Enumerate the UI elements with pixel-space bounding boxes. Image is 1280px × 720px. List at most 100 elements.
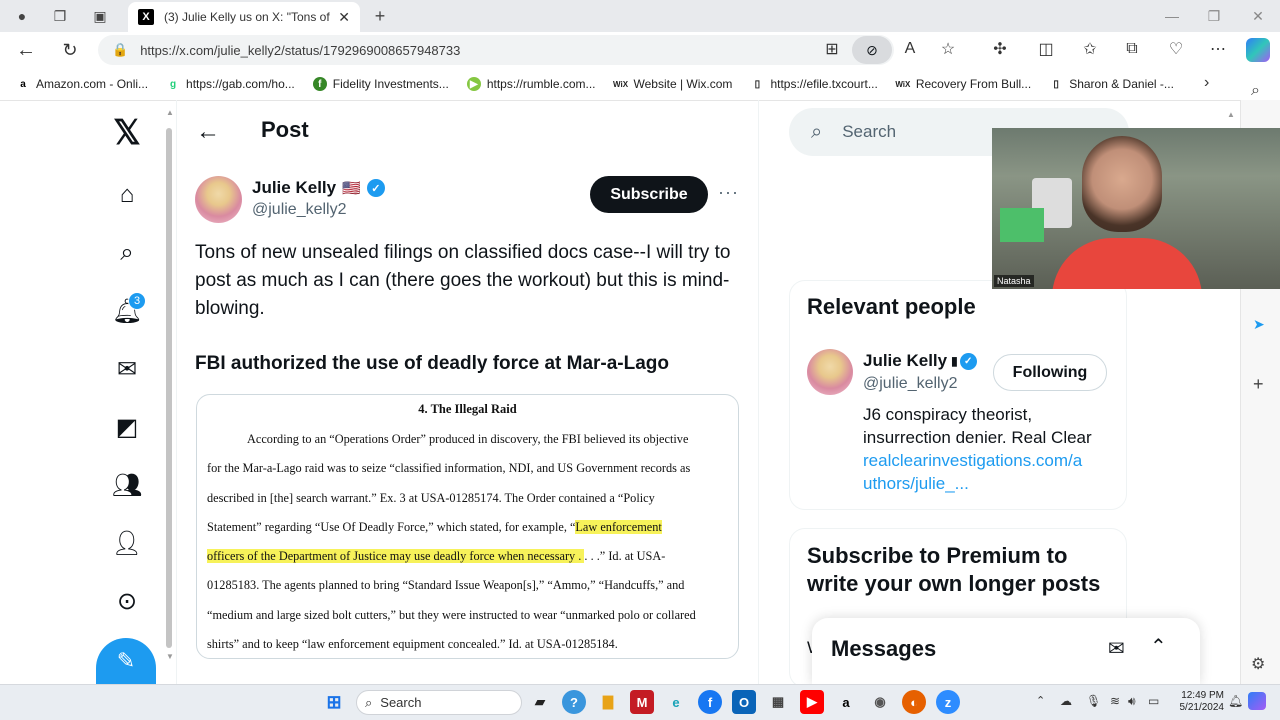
amazon-taskbar-icon[interactable]: a (834, 690, 858, 714)
document-image[interactable]: 4. The Illegal Raid According to an “Ope… (196, 394, 739, 659)
profile-icon[interactable]: ● (10, 4, 34, 28)
bookmark-wix[interactable]: WiX Website | Wix.com (613, 77, 732, 91)
split-screen-icon[interactable]: ◫ (1032, 35, 1060, 63)
more-bookmarks-chevron-icon[interactable]: › (1204, 74, 1209, 92)
taskbar-search-label: Search (380, 695, 422, 710)
restore-icon[interactable]: ❐ (1192, 4, 1236, 28)
outlook-icon[interactable]: O (732, 690, 756, 714)
refresh-icon[interactable]: ↻ (56, 36, 84, 64)
telegram-icon[interactable]: ➤ (1253, 316, 1269, 332)
document-title: 4. The Illegal Raid (418, 402, 517, 416)
favorites-icon[interactable]: ✩ (1076, 35, 1104, 63)
participant-name-tag: Natasha (994, 275, 1034, 287)
page-title: Post (261, 117, 309, 142)
wifi-icon[interactable]: ≋ (1110, 694, 1120, 708)
task-view-icon[interactable]: ▰ (528, 690, 552, 714)
scroll-up-icon[interactable]: ▲ (166, 108, 174, 117)
messages-drawer[interactable]: Messages ✉ ⌃ (812, 618, 1200, 684)
us-flag-icon: ▮ (951, 354, 958, 368)
person-name-row[interactable]: Julie Kelly ▮ ✓ (863, 351, 977, 371)
bookmark-amazon[interactable]: a Amazon.com - Onli... (16, 77, 148, 91)
expand-messages-icon[interactable]: ⌃ (1150, 634, 1167, 659)
messages-mail-icon[interactable]: ✉ (110, 352, 144, 386)
favorite-star-icon[interactable]: ☆ (934, 35, 962, 63)
microphone-icon[interactable]: 🎙︎ (1086, 694, 1101, 708)
mcafee-icon[interactable]: M (630, 690, 654, 714)
more-menu-icon[interactable]: ⋯ (1204, 35, 1232, 63)
copilot-taskbar-icon[interactable]: ? (562, 690, 586, 714)
clock[interactable]: 12:49 PM 5/21/2024 (1168, 690, 1225, 714)
facebook-icon[interactable]: f (698, 690, 722, 714)
volume-icon[interactable]: 🔊︎ (1128, 694, 1136, 709)
person-name: Julie Kelly (863, 351, 948, 370)
grok-icon[interactable]: ◩ (110, 410, 144, 444)
post-more-icon[interactable]: ··· (718, 182, 739, 203)
notification-bell-icon[interactable]: 🔔︎ (1228, 694, 1243, 708)
communities-icon[interactable]: 👥︎ (110, 468, 144, 502)
bookmark-fidelity[interactable]: f Fidelity Investments... (312, 77, 449, 91)
new-tab-icon[interactable]: + (368, 4, 392, 28)
bookmark-sharon-daniel[interactable]: ▯ Sharon & Daniel -... (1049, 77, 1173, 91)
browser-essentials-icon[interactable]: ♡ (1162, 35, 1190, 63)
bio-link[interactable]: realclearinvestigations.com/a (863, 449, 1082, 472)
author-name-row[interactable]: Julie Kelly 🇺🇸 ✓ (252, 178, 385, 198)
sidebar-settings-icon[interactable]: ⚙ (1251, 654, 1265, 674)
edge-icon[interactable]: e (664, 690, 688, 714)
author-handle[interactable]: @julie_kelly2 (252, 201, 347, 219)
camera-icon[interactable]: ◉ (868, 690, 892, 714)
app-available-icon[interactable]: ⊞ (818, 35, 846, 63)
bookmark-gab[interactable]: g https://gab.com/ho... (166, 77, 295, 91)
left-scrollbar[interactable]: ▲ ▼ (164, 108, 174, 664)
firefox-icon[interactable]: ◐ (902, 690, 926, 714)
home-icon[interactable]: ⌂ (110, 178, 144, 212)
bookmark-rumble[interactable]: ▶ https://rumble.com... (466, 77, 596, 91)
tracking-prevention-icon[interactable]: ⊘ (852, 36, 892, 64)
x-logo-icon[interactable]: 𝕏 (110, 114, 144, 152)
youtube-icon[interactable]: ▶ (800, 690, 824, 714)
right-scrollbar[interactable]: ▲ (1226, 110, 1236, 610)
document-line: Statement” regarding “Use Of Deadly Forc… (207, 513, 728, 542)
windows-start-icon[interactable]: ⊞ (322, 690, 346, 714)
workspaces-icon[interactable]: ❐ (48, 4, 72, 28)
back-icon[interactable]: ← (12, 36, 40, 64)
onedrive-icon[interactable]: ☁ (1060, 694, 1072, 708)
address-bar[interactable]: 🔒 https://x.com/julie_kelly2/status/1792… (98, 35, 894, 65)
new-message-icon[interactable]: ✉ (1108, 636, 1125, 661)
back-arrow-icon[interactable]: ← (196, 118, 220, 146)
file-explorer-icon[interactable]: ▇ (596, 690, 620, 714)
microsoft-store-icon[interactable]: ▦ (766, 690, 790, 714)
copilot-icon[interactable] (1246, 38, 1270, 62)
add-sidebar-icon[interactable]: + (1253, 374, 1264, 395)
explore-search-icon[interactable]: ⌕ (110, 236, 144, 270)
bookmark-efile[interactable]: ▯ https://efile.txcourt... (750, 77, 878, 91)
show-hidden-icons[interactable]: ⌃ (1036, 694, 1045, 707)
tab-actions-icon[interactable]: ▣ (88, 4, 112, 28)
subscribe-button[interactable]: Subscribe (590, 176, 708, 213)
search-sidebar-icon[interactable]: ⌕ (1251, 82, 1260, 100)
bio-link[interactable]: uthors/julie_... (863, 472, 969, 495)
read-aloud-icon[interactable]: A (896, 35, 924, 63)
person-avatar[interactable] (807, 349, 853, 395)
highlighted-text: Law enforcement (575, 519, 662, 534)
close-window-icon[interactable]: ✕ (1236, 4, 1280, 28)
scroll-down-icon[interactable]: ▼ (166, 652, 174, 661)
copilot-tray-icon[interactable] (1248, 692, 1266, 710)
minimize-icon[interactable]: — (1150, 4, 1194, 28)
taskbar-search[interactable]: ⌕ Search (356, 690, 522, 715)
amazon-icon: a (20, 78, 26, 90)
person-handle[interactable]: @julie_kelly2 (863, 375, 958, 393)
extensions-icon[interactable]: ✣ (986, 35, 1014, 63)
browser-tab[interactable]: X (3) Julie Kelly us on X: "Tons of ne ✕ (128, 2, 360, 32)
person-shirt (1052, 238, 1202, 289)
zoom-icon[interactable]: z (936, 690, 960, 714)
close-tab-icon[interactable]: ✕ (338, 9, 350, 26)
following-button[interactable]: Following (993, 354, 1107, 391)
bookmark-recovery[interactable]: WiX Recovery From Bull... (895, 77, 1031, 91)
author-avatar[interactable] (195, 176, 242, 223)
collections-icon[interactable]: ⧉ (1118, 35, 1146, 63)
more-circle-icon[interactable]: ⊙ (110, 584, 144, 618)
scroll-thumb[interactable] (166, 128, 172, 648)
profile-nav-icon[interactable]: 👤︎ (110, 526, 144, 560)
battery-icon[interactable]: ▭ (1148, 694, 1159, 708)
scroll-up-icon[interactable]: ▲ (1227, 110, 1235, 119)
